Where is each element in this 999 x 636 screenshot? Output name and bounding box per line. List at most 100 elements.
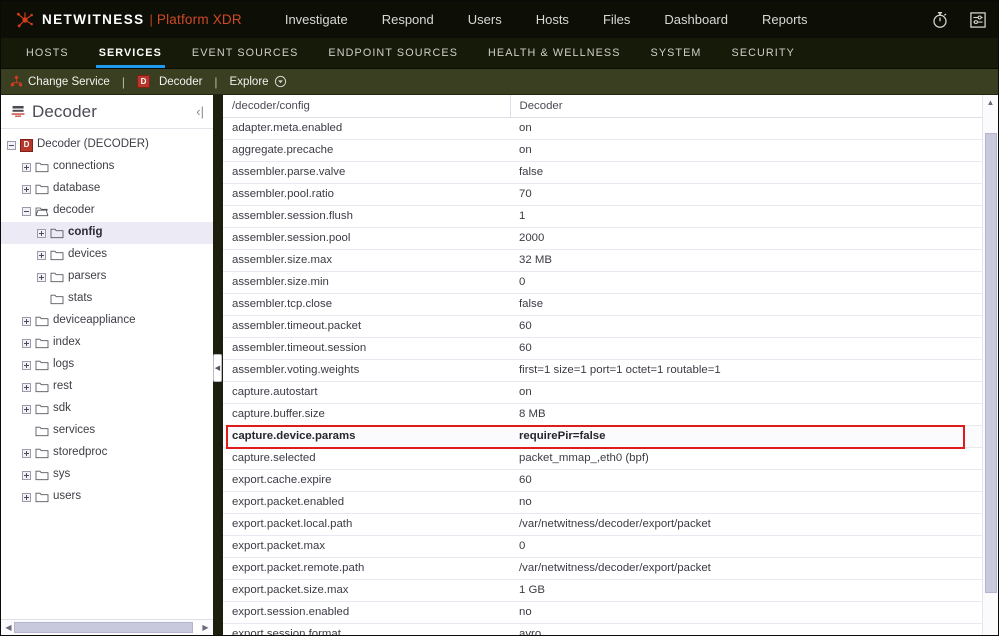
tree-item-logs[interactable]: logs xyxy=(1,354,213,376)
config-key-cell[interactable]: assembler.parse.valve xyxy=(223,162,510,184)
nav-dashboard[interactable]: Dashboard xyxy=(647,1,745,38)
config-value-cell[interactable]: false xyxy=(510,162,982,184)
tree-expand-icon[interactable] xyxy=(22,316,31,326)
config-value-cell[interactable]: 8 MB xyxy=(510,404,982,426)
table-row[interactable]: assembler.size.min 0 xyxy=(223,272,982,294)
config-value-cell[interactable]: requirePir=false xyxy=(510,425,982,448)
table-row[interactable]: assembler.parse.valve false xyxy=(223,162,982,184)
config-value-cell[interactable]: 60 xyxy=(510,338,982,360)
nav-investigate[interactable]: Investigate xyxy=(268,1,365,38)
chevron-down-icon[interactable] xyxy=(274,75,287,88)
table-row[interactable]: export.packet.remote.path/var/netwitness… xyxy=(223,558,982,580)
tab-health-wellness[interactable]: HEALTH & WELLNESS xyxy=(473,38,636,68)
table-row[interactable]: export.packet.local.path/var/netwitness/… xyxy=(223,514,982,536)
table-vertical-scrollbar[interactable]: ▲ xyxy=(982,95,998,635)
scroll-up-arrow-icon[interactable]: ▲ xyxy=(987,97,995,109)
table-row[interactable]: assembler.tcp.close false xyxy=(223,294,982,316)
tree-expand-icon[interactable] xyxy=(22,162,31,172)
nav-hosts[interactable]: Hosts xyxy=(519,1,586,38)
config-value-cell[interactable]: on xyxy=(510,118,982,140)
sidebar-scroll-thumb[interactable] xyxy=(14,622,193,633)
config-key-cell[interactable]: adapter.meta.enabled xyxy=(223,118,510,140)
config-key-cell[interactable]: export.session.enabled xyxy=(223,602,510,624)
config-key-cell[interactable]: export.cache.expire xyxy=(223,470,510,492)
config-value-cell[interactable]: 1 xyxy=(510,206,982,228)
config-key-cell[interactable]: export.packet.remote.path xyxy=(223,558,510,580)
config-key-cell[interactable]: export.packet.enabled xyxy=(223,492,510,514)
config-value-cell[interactable]: 2000 xyxy=(510,228,982,250)
nav-reports[interactable]: Reports xyxy=(745,1,825,38)
tree-expand-icon[interactable] xyxy=(22,382,31,392)
config-value-cell[interactable]: 60 xyxy=(510,316,982,338)
table-row[interactable]: assembler.timeout.session 60 xyxy=(223,338,982,360)
scroll-left-arrow-icon[interactable]: ◀ xyxy=(3,623,14,632)
tree-expand-icon[interactable] xyxy=(22,470,31,480)
config-key-cell[interactable]: assembler.size.min xyxy=(223,272,510,294)
config-value-cell[interactable]: 1 GB xyxy=(510,580,982,602)
tree-expand-icon[interactable] xyxy=(22,184,31,194)
config-value-cell[interactable]: 70 xyxy=(510,184,982,206)
tree-collapse-icon[interactable] xyxy=(22,206,31,216)
change-service-button[interactable]: Change Service xyxy=(10,75,110,88)
current-service-button[interactable]: D Decoder xyxy=(136,75,202,88)
scroll-right-arrow-icon[interactable]: ▶ xyxy=(200,623,211,632)
config-key-cell[interactable]: export.packet.max xyxy=(223,536,510,558)
tree-item-services[interactable]: services xyxy=(1,420,213,442)
table-row[interactable]: capture.autostart on xyxy=(223,382,982,404)
table-row[interactable]: export.packet.max 0 xyxy=(223,536,982,558)
tree-item-database[interactable]: database xyxy=(1,178,213,200)
column-header-path[interactable]: /decoder/config xyxy=(223,95,511,118)
table-row[interactable]: assembler.session.pool 2000 xyxy=(223,228,982,250)
tree-item-rest[interactable]: rest xyxy=(1,376,213,398)
config-key-cell[interactable]: aggregate.precache xyxy=(223,140,510,162)
config-key-cell[interactable]: capture.device.params xyxy=(223,425,510,448)
table-row[interactable]: export.session.format avro xyxy=(223,624,982,635)
tree-collapse-icon[interactable] xyxy=(7,140,16,150)
config-key-cell[interactable]: assembler.session.flush xyxy=(223,206,510,228)
config-value-cell[interactable]: on xyxy=(510,382,982,404)
table-row[interactable]: aggregate.precache on xyxy=(223,140,982,162)
table-row[interactable]: adapter.meta.enabled on xyxy=(223,118,982,140)
config-value-cell[interactable]: packet_mmap_,eth0 (bpf) xyxy=(510,448,982,470)
config-value-cell[interactable]: false xyxy=(510,294,982,316)
nav-users[interactable]: Users xyxy=(451,1,519,38)
config-value-cell[interactable]: no xyxy=(510,602,982,624)
tree-item-parsers[interactable]: parsers xyxy=(1,266,213,288)
config-value-cell[interactable]: 60 xyxy=(510,470,982,492)
config-key-cell[interactable]: export.packet.size.max xyxy=(223,580,510,602)
table-row[interactable]: export.session.enabled no xyxy=(223,602,982,624)
column-header-value[interactable]: Decoder xyxy=(510,95,982,118)
table-scroll-track[interactable] xyxy=(984,111,997,635)
tree-item-index[interactable]: index xyxy=(1,332,213,354)
tab-hosts[interactable]: HOSTS xyxy=(11,38,84,68)
table-scroll-thumb[interactable] xyxy=(984,133,997,593)
config-value-cell[interactable]: /var/netwitness/decoder/export/packet xyxy=(510,514,982,536)
config-value-cell[interactable]: 0 xyxy=(510,272,982,294)
tab-event-sources[interactable]: EVENT SOURCES xyxy=(177,38,314,68)
nav-respond[interactable]: Respond xyxy=(365,1,451,38)
tree-expand-icon[interactable] xyxy=(37,250,46,260)
tree-item-sdk[interactable]: sdk xyxy=(1,398,213,420)
tree-item-config[interactable]: config xyxy=(1,222,213,244)
explore-menu-button[interactable]: Explore xyxy=(230,75,287,88)
tree-item-connections[interactable]: connections xyxy=(1,156,213,178)
table-row[interactable]: export.cache.expire 60 xyxy=(223,470,982,492)
config-value-cell[interactable]: on xyxy=(510,140,982,162)
table-row[interactable]: assembler.session.flush 1 xyxy=(223,206,982,228)
brand-logo[interactable]: NETWITNESS | Platform XDR xyxy=(15,10,242,30)
tree-item-users[interactable]: users xyxy=(1,486,213,508)
tab-security[interactable]: SECURITY xyxy=(717,38,810,68)
splitter-handle[interactable]: ◀ xyxy=(213,354,222,382)
tree-item-deviceappliance[interactable]: deviceappliance xyxy=(1,310,213,332)
tree-expand-icon[interactable] xyxy=(37,228,46,238)
tree-item-decoder-decoder[interactable]: D Decoder (DECODER) xyxy=(1,134,213,156)
tree-item-stats[interactable]: stats xyxy=(1,288,213,310)
config-value-cell[interactable]: avro xyxy=(510,624,982,635)
table-row[interactable]: export.packet.enabled no xyxy=(223,492,982,514)
panel-splitter[interactable]: ◀ xyxy=(213,95,223,635)
config-value-cell[interactable]: no xyxy=(510,492,982,514)
config-key-cell[interactable]: capture.autostart xyxy=(223,382,510,404)
table-row[interactable]: capture.buffer.size 8 MB xyxy=(223,404,982,426)
config-key-cell[interactable]: assembler.pool.ratio xyxy=(223,184,510,206)
tree-expand-icon[interactable] xyxy=(37,272,46,282)
